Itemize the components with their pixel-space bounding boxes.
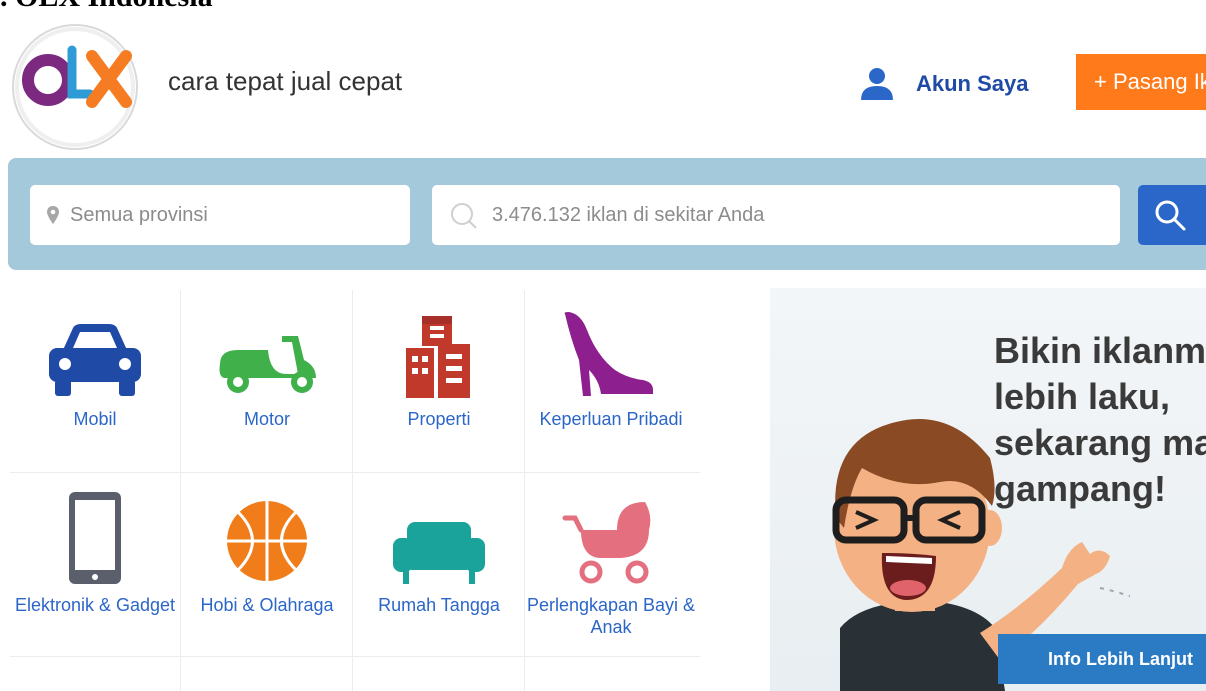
olx-logo[interactable] xyxy=(10,22,140,152)
category-label: Keperluan Pribadi xyxy=(539,409,683,429)
user-icon xyxy=(861,68,893,100)
search-button[interactable] xyxy=(1138,185,1206,245)
category-properti[interactable]: Properti xyxy=(354,300,524,430)
category-rumah-tangga[interactable]: Rumah Tangga xyxy=(354,486,524,616)
category-grid: Mobil Motor Properti Keperluan Pribadi E… xyxy=(10,290,700,691)
category-label: Motor xyxy=(243,409,290,429)
banner-headline-line: lebih laku, xyxy=(994,376,1171,417)
category-perlengkapan-bayi-anak[interactable]: Perlengkapan Bayi & Anak xyxy=(526,486,696,638)
search-icon xyxy=(451,203,477,229)
banner-headline: Bikin iklanmu lebih laku, sekarang makin… xyxy=(994,328,1206,512)
my-account-link[interactable]: Akun Saya xyxy=(860,64,1029,104)
more-info-label: Info Lebih Lanjut xyxy=(1048,648,1193,669)
post-ad-button[interactable]: + Pasang Iklan xyxy=(1076,54,1206,110)
divider xyxy=(10,656,700,657)
scooter-icon xyxy=(219,336,316,393)
category-label: Mobil xyxy=(73,409,117,429)
tagline: cara tepat jual cepat xyxy=(168,66,403,96)
high-heel-icon xyxy=(564,312,653,396)
province-placeholder: Semua provinsi xyxy=(70,203,208,226)
divider xyxy=(352,290,353,691)
my-account-label: Akun Saya xyxy=(916,71,1029,96)
building-icon xyxy=(406,316,470,398)
category-hobi-olahraga[interactable]: Hobi & Olahraga xyxy=(182,486,352,616)
promo-banner[interactable]: Bikin iklanmu lebih laku, sekarang makin… xyxy=(770,288,1206,691)
stroller-icon xyxy=(562,502,651,584)
category-label: Hobi & Olahraga xyxy=(200,595,334,615)
basketball-icon xyxy=(227,501,307,581)
banner-headline-line: Bikin iklanmu xyxy=(994,330,1206,371)
category-label: Rumah Tangga xyxy=(378,595,500,615)
post-ad-label: + Pasang Iklan xyxy=(1094,69,1206,94)
page-caption: . OLX Indonesia xyxy=(0,0,213,14)
category-mobil[interactable]: Mobil xyxy=(10,300,180,430)
search-placeholder: 3.476.132 iklan di sekitar Anda xyxy=(492,203,765,226)
province-select[interactable]: Semua provinsi xyxy=(30,185,410,245)
category-keperluan-pribadi[interactable]: Keperluan Pribadi xyxy=(526,300,696,430)
category-label: Elektronik & Gadget xyxy=(14,595,176,615)
banner-headline-line: sekarang makin xyxy=(994,422,1206,463)
car-icon xyxy=(49,324,141,396)
location-pin-icon xyxy=(47,206,59,224)
divider xyxy=(10,472,700,473)
search-input[interactable]: 3.476.132 iklan di sekitar Anda xyxy=(432,185,1120,245)
more-info-button[interactable]: Info Lebih Lanjut xyxy=(998,634,1206,684)
divider xyxy=(524,290,525,691)
phone-icon xyxy=(69,492,121,584)
category-elektronik-gadget[interactable]: Elektronik & Gadget xyxy=(10,486,180,616)
category-label: Properti xyxy=(407,409,471,429)
sofa-icon xyxy=(393,522,485,584)
category-motor[interactable]: Motor xyxy=(182,300,352,430)
divider xyxy=(180,290,181,691)
category-label: Perlengkapan Bayi & Anak xyxy=(526,595,696,637)
banner-headline-line: gampang! xyxy=(994,468,1167,509)
magnifier-icon xyxy=(1155,200,1186,231)
olx-logo-icon xyxy=(12,24,138,150)
